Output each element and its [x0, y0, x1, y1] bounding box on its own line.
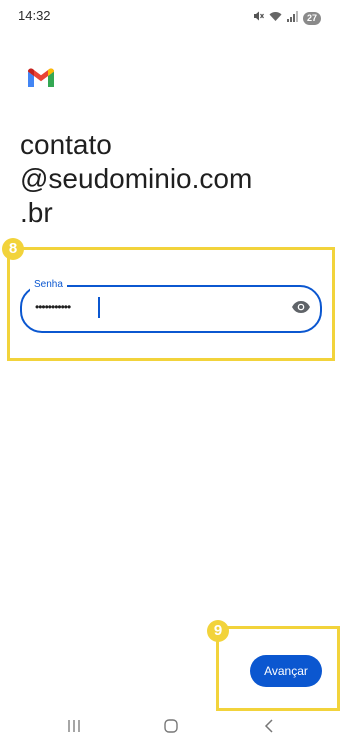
- email-line: @seudominio.com: [20, 163, 253, 194]
- callout-badge-8: 8: [2, 238, 24, 260]
- eye-icon: [291, 300, 311, 319]
- next-button-label: Avançar: [264, 664, 308, 678]
- signal-icon: [286, 9, 298, 27]
- status-icons: 27: [252, 9, 321, 27]
- callout-badge-9: 9: [207, 620, 229, 642]
- next-button[interactable]: Avançar: [250, 655, 322, 687]
- status-bar: 14:32 27: [0, 0, 341, 32]
- back-icon[interactable]: [257, 717, 281, 735]
- home-icon[interactable]: [159, 717, 183, 735]
- wifi-icon: [269, 9, 282, 27]
- navigation-bar: [0, 708, 341, 745]
- status-time: 14:32: [18, 8, 51, 23]
- password-label: Senha: [30, 278, 67, 292]
- mute-icon: [252, 9, 264, 27]
- email-line: contato: [20, 129, 112, 160]
- email-line: .br: [20, 197, 53, 228]
- gmail-logo: [26, 66, 56, 88]
- text-cursor: [98, 297, 100, 318]
- show-password-button[interactable]: [288, 296, 314, 322]
- account-email: contato @seudominio.com .br: [20, 128, 320, 230]
- recent-apps-icon[interactable]: [62, 717, 86, 735]
- battery-icon: 27: [302, 11, 321, 25]
- password-input[interactable]: •••••••••••: [35, 300, 71, 314]
